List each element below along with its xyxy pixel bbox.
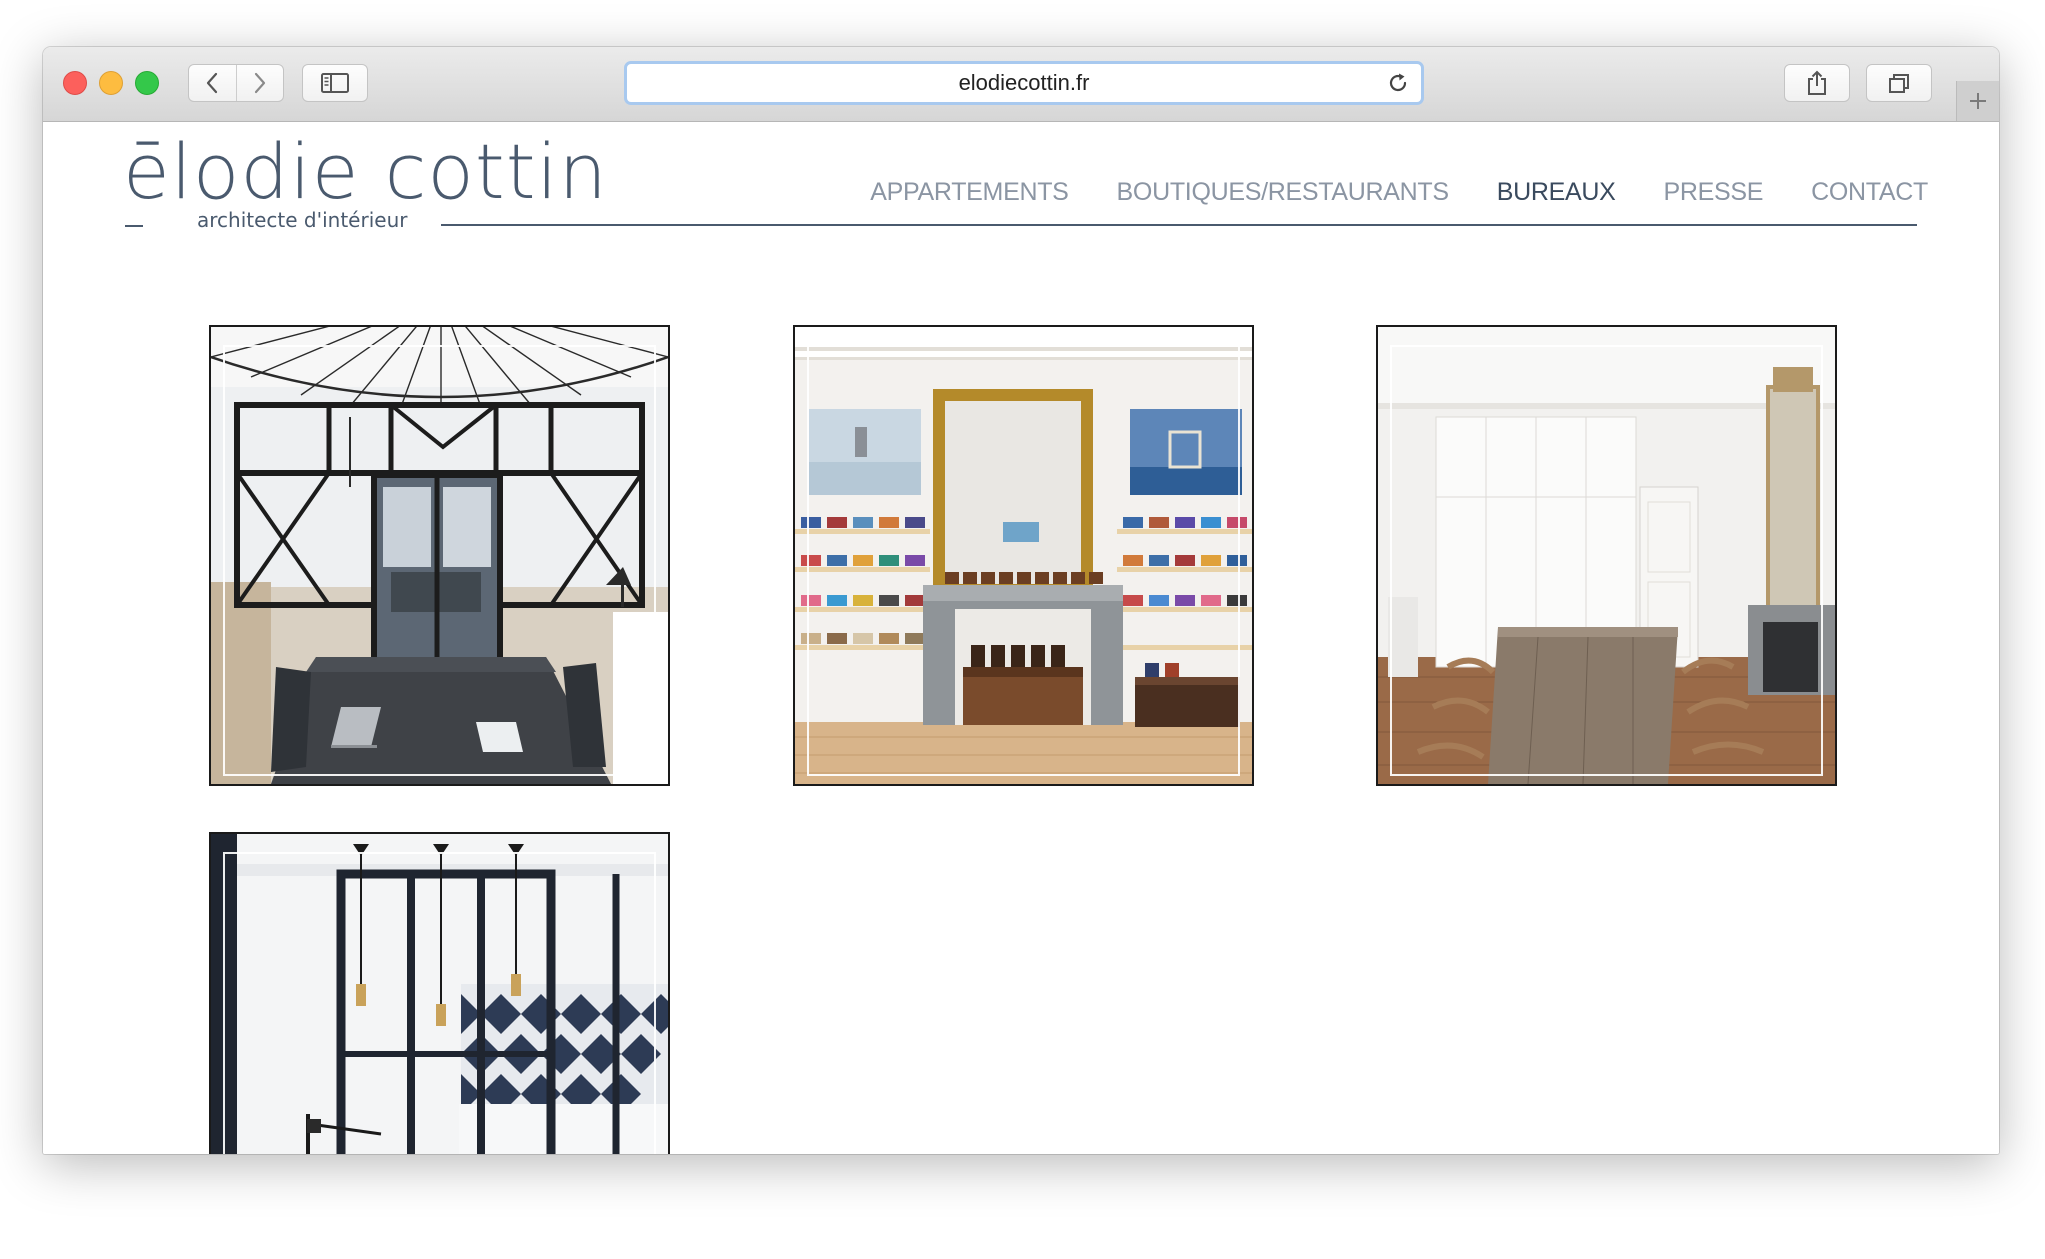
nav-appartements[interactable]: APPARTEMENTS <box>870 178 1069 207</box>
address-bar[interactable]: elodiecottin.fr <box>624 61 1424 105</box>
reload-button[interactable] <box>1387 72 1409 98</box>
share-button[interactable] <box>1784 64 1850 102</box>
gallery-image-4 <box>211 834 668 1154</box>
gallery-item-office-partition[interactable] <box>209 325 670 786</box>
browser-toolbar: elodiecottin.fr <box>43 47 1999 122</box>
zoom-window-button[interactable] <box>135 71 159 95</box>
minimize-window-button[interactable] <box>99 71 123 95</box>
web-page: ēlodie cottin architecte d'intérieur APP… <box>43 122 1999 1154</box>
plus-icon <box>1970 93 1986 109</box>
forward-button[interactable] <box>235 65 284 101</box>
chevron-left-icon <box>207 72 218 94</box>
gallery-image-1 <box>211 327 668 784</box>
history-nav <box>188 64 284 102</box>
sidebar-icon <box>321 73 349 93</box>
logo-dash <box>125 225 143 227</box>
back-button[interactable] <box>189 65 236 101</box>
site-logo[interactable]: ēlodie cottin <box>123 134 608 210</box>
gallery-item-meeting-room[interactable] <box>1376 325 1837 786</box>
new-tab-button[interactable] <box>1956 81 1999 121</box>
gallery-image-2 <box>795 327 1252 784</box>
tabs-overview-button[interactable] <box>1866 64 1932 102</box>
chevron-right-icon <box>254 72 265 94</box>
share-icon <box>1808 70 1826 95</box>
main-nav: APPARTEMENTS BOUTIQUES/RESTAURANTS BUREA… <box>870 178 1928 207</box>
address-url: elodiecottin.fr <box>958 70 1090 95</box>
reload-icon <box>1389 73 1407 92</box>
nav-boutiques-restaurants[interactable]: BOUTIQUES/RESTAURANTS <box>1117 178 1449 207</box>
nav-contact[interactable]: CONTACT <box>1811 178 1928 207</box>
browser-window: elodiecottin.fr ēlodie cottin architecte… <box>43 47 1999 1154</box>
header-divider <box>441 224 1917 226</box>
tabs-overview-icon <box>1889 74 1909 93</box>
close-window-button[interactable] <box>63 71 87 95</box>
nav-presse[interactable]: PRESSE <box>1663 178 1763 207</box>
gallery-image-3 <box>1378 327 1835 784</box>
gallery-item-shoe-boutique[interactable] <box>793 325 1254 786</box>
gallery-item-glass-wall-pendants[interactable] <box>209 832 670 1154</box>
nav-bureaux[interactable]: BUREAUX <box>1497 178 1616 207</box>
sidebar-button[interactable] <box>302 64 368 102</box>
site-tagline: architecte d'intérieur <box>197 208 408 232</box>
